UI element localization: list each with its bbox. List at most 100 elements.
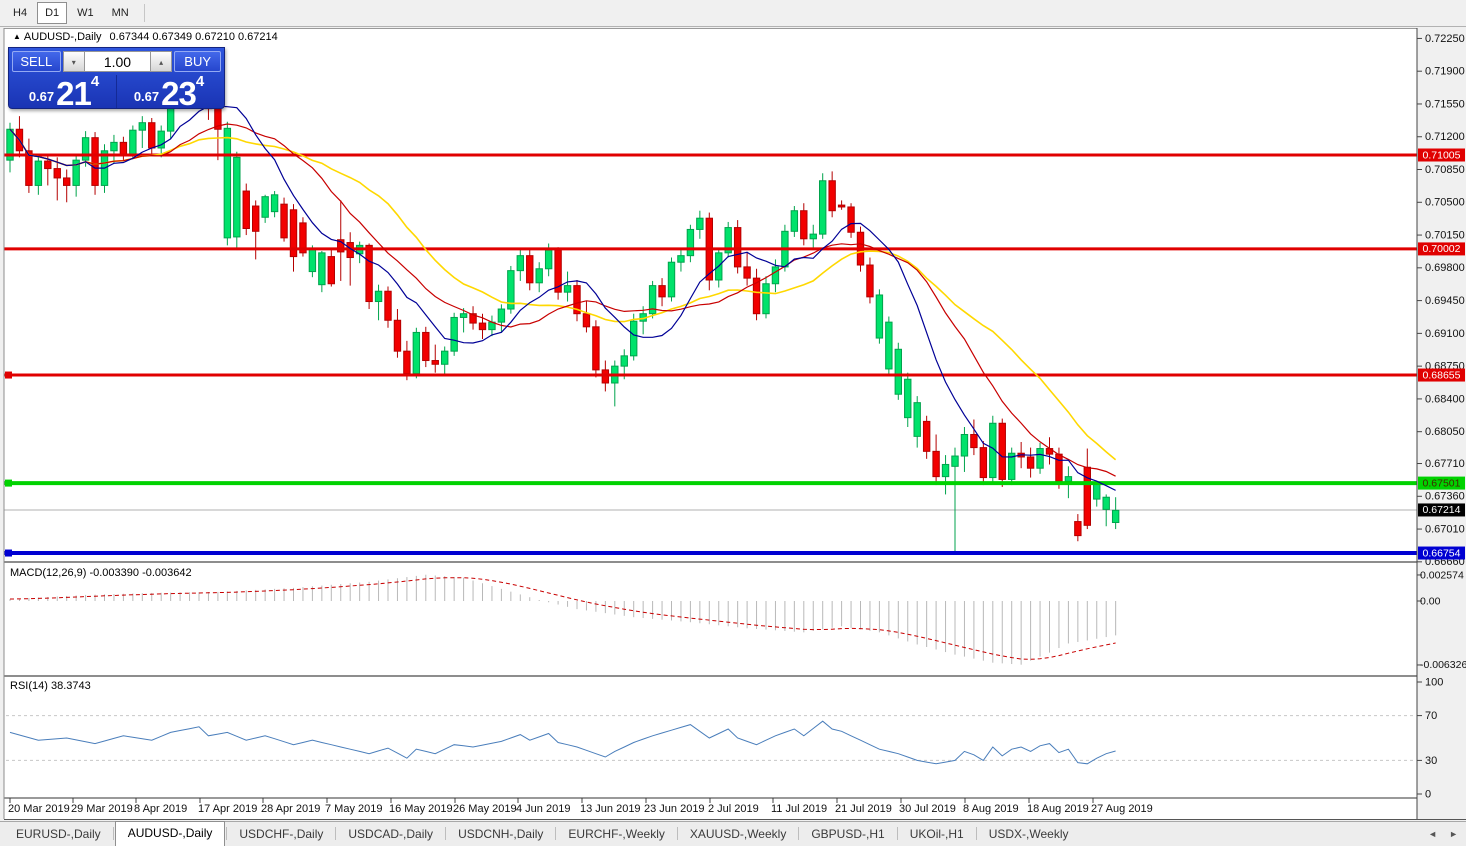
candle-body xyxy=(460,314,466,318)
chart-tab-eurchf-weekly[interactable]: EURCHF-,Weekly xyxy=(557,823,675,846)
tab-separator xyxy=(335,827,336,840)
timeframe-button-h4[interactable]: H4 xyxy=(5,2,35,24)
tab-separator xyxy=(798,827,799,840)
date-label: 8 Apr 2019 xyxy=(134,803,187,815)
candle-body xyxy=(423,332,429,360)
chart-tab-usdchf-daily[interactable]: USDCHF-,Daily xyxy=(228,823,334,846)
tab-scroll-left-icon[interactable]: ◄ xyxy=(1428,829,1437,839)
tab-separator xyxy=(113,827,114,840)
date-label: 20 Mar 2019 xyxy=(8,803,70,815)
buy-button[interactable]: BUY xyxy=(174,51,221,72)
rsi-axis-label: 100 xyxy=(1425,676,1443,688)
chart-tab-xauusd-weekly[interactable]: XAUUSD-,Weekly xyxy=(679,823,797,846)
candle-body xyxy=(243,191,249,228)
candle-body xyxy=(593,327,599,370)
chart-background xyxy=(4,28,1417,820)
timeframe-button-d1[interactable]: D1 xyxy=(37,2,67,24)
price-axis-label: 0.72250 xyxy=(1425,33,1465,45)
price-axis[interactable]: 0.722500.719000.715500.712000.708500.705… xyxy=(1417,33,1466,801)
price-axis-label: 0.70850 xyxy=(1425,164,1465,176)
tab-separator xyxy=(226,827,227,840)
macd-indicator-label: MACD(12,26,9) -0.003390 -0.003642 xyxy=(10,567,192,579)
chart-tab-ukoil-h1[interactable]: UKOil-,H1 xyxy=(899,823,975,846)
candle-body xyxy=(659,286,665,297)
price-axis-label: 0.69100 xyxy=(1425,328,1465,340)
candle-body xyxy=(942,464,948,476)
date-label: 23 Jun 2019 xyxy=(644,803,705,815)
volume-input[interactable] xyxy=(85,51,150,72)
rsi-axis-label: 30 xyxy=(1425,755,1437,767)
candle-body xyxy=(678,256,684,263)
candle-body xyxy=(961,434,967,456)
price-axis-label: 0.67710 xyxy=(1425,458,1465,470)
candle-body xyxy=(234,157,240,237)
date-label: 16 May 2019 xyxy=(389,803,453,815)
tab-scroll-right-icon[interactable]: ► xyxy=(1449,829,1458,839)
date-label: 13 Jun 2019 xyxy=(580,803,641,815)
candle-body xyxy=(545,250,551,269)
sell-price-pip-digit: 4 xyxy=(91,73,99,90)
candle-body xyxy=(848,207,854,232)
level-price-badge-label: 0.66754 xyxy=(1423,547,1461,559)
candle-body xyxy=(319,253,325,285)
date-label: 29 Mar 2019 xyxy=(71,803,133,815)
candle-body xyxy=(92,138,98,186)
candle-body xyxy=(451,317,457,351)
candle-body xyxy=(375,291,381,301)
date-label: 8 Aug 2019 xyxy=(963,803,1019,815)
date-label: 28 Apr 2019 xyxy=(261,803,320,815)
chart-tab-usdcnh-daily[interactable]: USDCNH-,Daily xyxy=(447,823,554,846)
timeframe-button-mn[interactable]: MN xyxy=(104,2,137,24)
candle-body xyxy=(886,322,892,369)
candle-body xyxy=(120,142,126,154)
candle-body xyxy=(366,245,372,301)
timeframe-button-w1[interactable]: W1 xyxy=(69,2,102,24)
candle-body xyxy=(262,197,268,218)
candle-body xyxy=(328,257,334,284)
level-price-badge-label: 0.68655 xyxy=(1423,369,1461,381)
volume-increase-button[interactable]: ▴ xyxy=(150,51,172,72)
chart-tab-gbpusd-h1[interactable]: GBPUSD-,H1 xyxy=(800,823,895,846)
sell-button[interactable]: SELL xyxy=(12,51,61,72)
buy-price-big-digits: 23 xyxy=(161,80,196,107)
chart-tab-usdcad-daily[interactable]: USDCAD-,Daily xyxy=(337,823,444,846)
candle-body xyxy=(810,234,816,239)
candle-body xyxy=(224,128,230,238)
price-axis-label: 0.71900 xyxy=(1425,66,1465,78)
candle-body xyxy=(281,204,287,238)
sell-price-big-digits: 21 xyxy=(56,80,91,107)
candle-body xyxy=(1075,522,1081,536)
price-axis-label: 0.71550 xyxy=(1425,98,1465,110)
chart-tab-eurusd-daily[interactable]: EURUSD-,Daily xyxy=(5,823,112,846)
tab-separator xyxy=(555,827,556,840)
sell-price-display[interactable]: 0.67 21 4 xyxy=(12,75,116,108)
candle-body xyxy=(130,130,136,154)
candle-body xyxy=(820,181,826,234)
candle-body xyxy=(801,211,807,239)
tab-separator xyxy=(976,827,977,840)
candle-body xyxy=(498,309,504,322)
price-axis-label: 0.68400 xyxy=(1425,393,1465,405)
candle-body xyxy=(687,229,693,255)
candle-body xyxy=(536,269,542,283)
trade-panel-prices-row: 0.67 21 4 0.67 23 4 xyxy=(12,75,221,108)
current-price-badge-label: 0.67214 xyxy=(1423,504,1461,516)
tab-separator xyxy=(677,827,678,840)
candle-body xyxy=(45,161,51,168)
level-price-badge-label: 0.71005 xyxy=(1423,149,1461,161)
level-anchor-marker xyxy=(5,480,12,487)
volume-decrease-button[interactable]: ▾ xyxy=(63,51,85,72)
chart-tab-usdx-weekly[interactable]: USDX-,Weekly xyxy=(978,823,1080,846)
date-label: 26 May 2019 xyxy=(453,803,517,815)
rsi-axis-label: 70 xyxy=(1425,710,1437,722)
chart-canvas[interactable]: 0.722500.719000.715500.712000.708500.705… xyxy=(0,0,1466,846)
price-axis-label: 0.70150 xyxy=(1425,229,1465,241)
chart-tab-audusd-daily[interactable]: AUDUSD-,Daily xyxy=(115,821,226,846)
buy-price-display[interactable]: 0.67 23 4 xyxy=(116,75,221,108)
tab-separator xyxy=(445,827,446,840)
trading-terminal-window: H4D1W1MN 0.722500.719000.715500.712000.7… xyxy=(0,0,1466,846)
level-anchor-marker xyxy=(5,550,12,557)
buy-price-prefix: 0.67 xyxy=(134,89,159,104)
candle-body xyxy=(442,351,448,364)
date-label: 11 Jul 2019 xyxy=(771,803,827,815)
